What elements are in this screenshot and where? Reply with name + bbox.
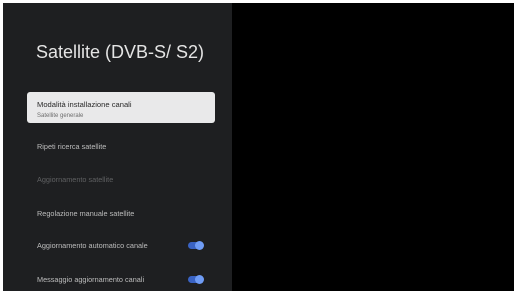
panel-title: Satellite (DVB-S/ S2) [36, 42, 205, 62]
menu-item-manual-satellite-tuning[interactable]: Regolazione manuale satellite [27, 208, 215, 220]
menu-item-auto-channel-update[interactable]: Aggiornamento automatico canale [27, 240, 215, 252]
menu-item-sublabel: Satellite generale [37, 113, 84, 119]
menu-item-channel-update-message[interactable]: Messaggio aggiornamento canali [27, 274, 215, 286]
menu-item-label: Aggiornamento satellite [37, 175, 114, 184]
menu-item-channel-installation-mode[interactable]: Modalità installazione canali Satellite … [27, 92, 215, 123]
menu-item-label: Modalità installazione canali [37, 100, 132, 109]
toggle-knob [195, 241, 204, 250]
menu-item-label: Ripeti ricerca satellite [37, 142, 107, 151]
auto-channel-update-toggle[interactable] [188, 241, 204, 250]
menu-item-repeat-satellite-search[interactable]: Ripeti ricerca satellite [27, 141, 215, 153]
video-area [232, 3, 514, 291]
channel-update-message-toggle[interactable] [188, 275, 204, 284]
menu-item-label: Regolazione manuale satellite [37, 209, 135, 218]
settings-side-panel: Satellite (DVB-S/ S2) Modalità installaz… [3, 3, 232, 291]
toggle-knob [195, 275, 204, 284]
tv-screen: Satellite (DVB-S/ S2) Modalità installaz… [3, 3, 514, 291]
menu-item-satellite-update: Aggiornamento satellite [27, 174, 215, 186]
